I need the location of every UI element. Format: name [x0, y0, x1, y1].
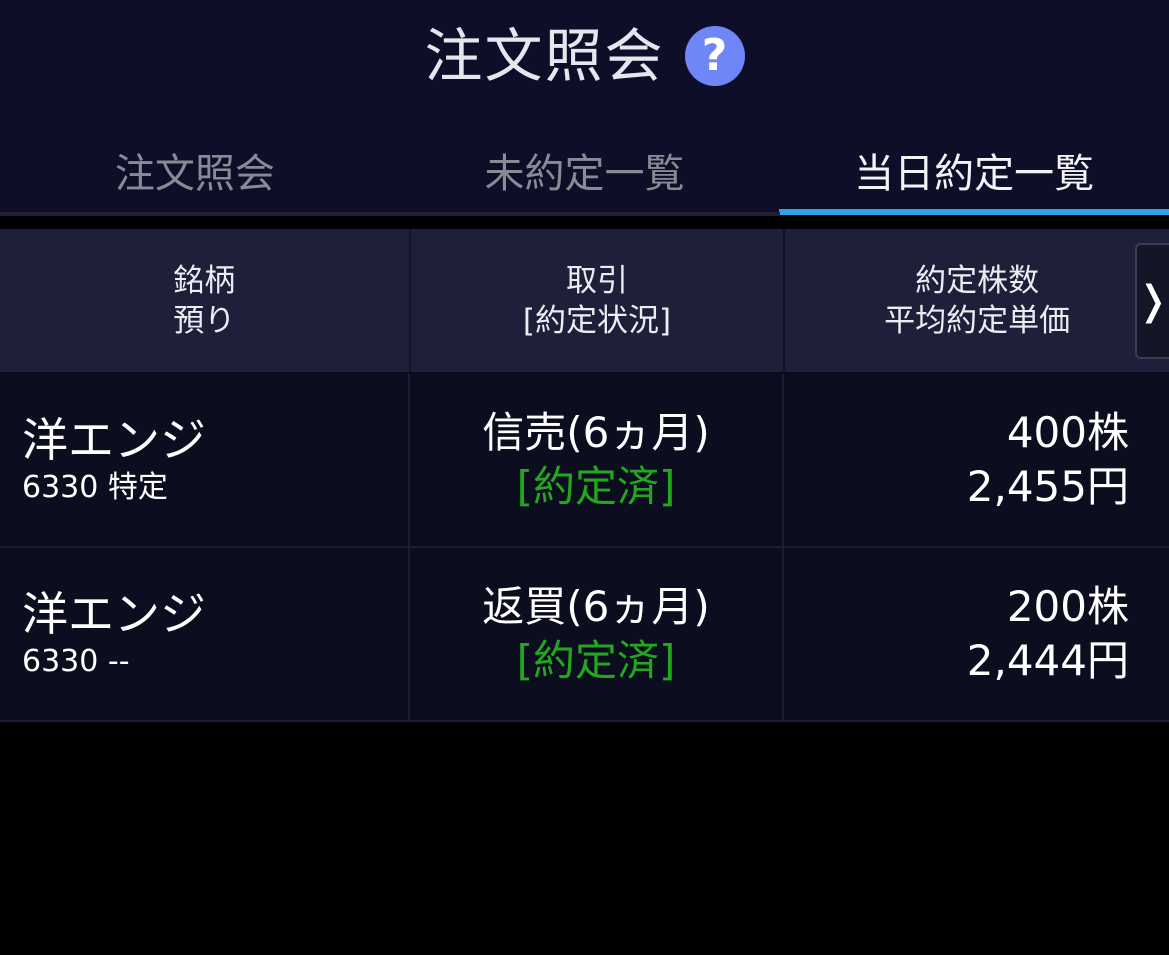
cell-stock: 洋エンジ 6330 特定 [0, 374, 410, 546]
tab-unexecuted-list[interactable]: 未約定一覧 [390, 128, 780, 212]
cell-stock: 洋エンジ 6330 -- [0, 548, 410, 720]
tab-today-executed-list[interactable]: 当日約定一覧 [779, 128, 1169, 215]
header-quantity-price: 約定株数 平均約定単価 [785, 229, 1169, 372]
stock-code-account: 6330 特定 [22, 470, 168, 505]
average-price: 2,455円 [966, 462, 1129, 511]
scroll-right-button[interactable]: ❭ [1135, 243, 1169, 359]
stock-code-account: 6330 -- [22, 644, 130, 679]
executed-quantity: 200株 [1006, 582, 1129, 631]
header-account-label: 預り [173, 302, 236, 339]
stock-name: 洋エンジ [22, 413, 206, 467]
header-status-label: [約定状況] [522, 302, 672, 339]
cell-trade: 信売(6ヵ月) [約定済] [410, 374, 784, 546]
table-header: 銘柄 預り 取引 [約定状況] 約定株数 平均約定単価 ❭ [0, 229, 1169, 374]
executed-quantity: 400株 [1006, 408, 1129, 457]
tab-order-inquiry[interactable]: 注文照会 [0, 128, 390, 212]
tab-bar: 注文照会 未約定一覧 当日約定一覧 [0, 128, 1169, 215]
trade-type: 返買(6ヵ月) [482, 582, 710, 631]
table-row[interactable]: 洋エンジ 6330 特定 信売(6ヵ月) [約定済] 400株 2,455円 [0, 374, 1169, 548]
stock-name: 洋エンジ [22, 587, 206, 641]
cell-quantity-price: 400株 2,455円 [784, 374, 1169, 546]
execution-status: [約定済] [516, 462, 676, 511]
execution-status: [約定済] [516, 636, 676, 685]
header-trade-status: 取引 [約定状況] [411, 229, 786, 372]
header-trade-label: 取引 [565, 262, 628, 299]
header-stock-label: 銘柄 [173, 262, 236, 299]
cell-quantity-price: 200株 2,444円 [784, 548, 1169, 720]
header-quantity-label: 約定株数 [915, 262, 1040, 299]
help-icon[interactable]: ? [684, 26, 745, 86]
page: 注文照会 ? 注文照会 未約定一覧 当日約定一覧 銘柄 預り 取引 [約定状況]… [0, 0, 1169, 955]
title-row: 注文照会 ? [0, 14, 1169, 98]
page-title: 注文照会 [424, 22, 665, 90]
executions-table: 銘柄 預り 取引 [約定状況] 約定株数 平均約定単価 ❭ 洋エンジ 6330 … [0, 229, 1169, 722]
tab-divider [0, 212, 780, 216]
header: 注文照会 ? 注文照会 未約定一覧 当日約定一覧 [0, 0, 1169, 216]
trade-type: 信売(6ヵ月) [482, 408, 710, 457]
table-row[interactable]: 洋エンジ 6330 -- 返買(6ヵ月) [約定済] 200株 2,444円 [0, 548, 1169, 722]
average-price: 2,444円 [966, 636, 1129, 685]
header-stock-account: 銘柄 預り [0, 229, 411, 372]
cell-trade: 返買(6ヵ月) [約定済] [410, 548, 784, 720]
header-price-label: 平均約定単価 [884, 302, 1071, 339]
